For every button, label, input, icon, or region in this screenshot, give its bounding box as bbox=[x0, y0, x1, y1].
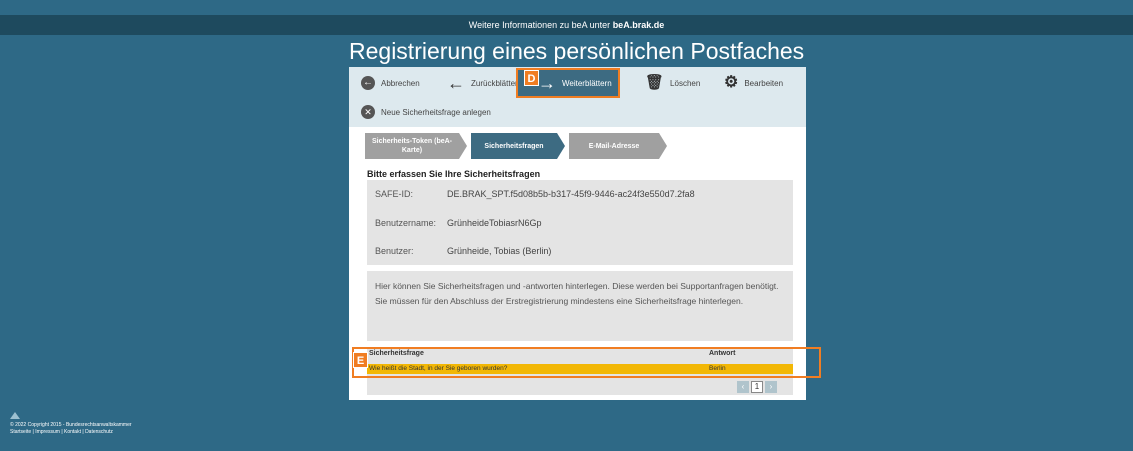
arrow-right-icon: → bbox=[538, 73, 556, 93]
delete-button[interactable]: 🗑 Löschen bbox=[645, 70, 700, 96]
cancel-button[interactable]: ← Abbrechen bbox=[361, 70, 420, 96]
new-question-label: Neue Sicherheitsfrage anlegen bbox=[381, 107, 491, 117]
pagination: ‹ 1 › bbox=[737, 381, 777, 393]
badge-d: D bbox=[524, 70, 539, 86]
new-question-button[interactable]: ✕ Neue Sicherheitsfrage anlegen bbox=[361, 99, 491, 125]
footer: © 2022 Copyright 2015 - Bundesrechtsanwa… bbox=[10, 412, 132, 436]
next-page-button[interactable]: › bbox=[765, 381, 777, 393]
step-email: E-Mail-Adresse bbox=[569, 133, 667, 159]
step-token: Sicherheits-Token (beA-Karte) bbox=[365, 133, 467, 159]
delete-label: Löschen bbox=[670, 78, 701, 88]
forward-label: Weiterblättern bbox=[562, 78, 612, 88]
brak-logo-icon bbox=[10, 412, 20, 419]
username-label: Benutzername: bbox=[375, 218, 437, 228]
toolbar: ← Abbrechen ← Zurückblättern → Weiterblä… bbox=[349, 67, 806, 127]
username-value: GrünheideTobiasrN6Gp bbox=[447, 218, 542, 228]
badge-e: E bbox=[353, 352, 368, 368]
cancel-label: Abbrechen bbox=[381, 78, 420, 88]
description-text: Hier können Sie Sicherheitsfragen und -a… bbox=[367, 271, 793, 341]
user-value: Grünheide, Tobias (Berlin) bbox=[447, 246, 552, 256]
footer-link-contact[interactable]: Kontakt bbox=[64, 429, 81, 435]
trash-icon: 🗑 bbox=[645, 74, 665, 91]
bea-link[interactable]: beA.brak.de bbox=[613, 20, 665, 30]
step-security-questions: Sicherheitsfragen bbox=[471, 133, 565, 159]
safe-id-value: DE.BRAK_SPT.f5d08b5b-b317-45f9-9446-ac24… bbox=[447, 189, 695, 199]
section-title: Bitte erfassen Sie Ihre Sicherheitsfrage… bbox=[367, 169, 541, 179]
current-page[interactable]: 1 bbox=[751, 381, 763, 393]
user-label: Benutzer: bbox=[375, 246, 414, 256]
progress-steps: Sicherheits-Token (beA-Karte) Sicherheit… bbox=[365, 133, 671, 159]
info-banner: Weitere Informationen zu beA unter beA.b… bbox=[0, 15, 1133, 35]
gear-icon: ⚙ bbox=[724, 74, 739, 91]
arrow-left-icon: ← bbox=[447, 73, 465, 93]
safe-id-row: SAFE-ID: DE.BRAK_SPT.f5d08b5b-b317-45f9-… bbox=[375, 189, 695, 199]
user-row: Benutzer: Grünheide, Tobias (Berlin) bbox=[375, 246, 551, 256]
security-questions-table: Sicherheitsfrage Antwort Wie heißt die S… bbox=[352, 347, 821, 395]
safe-id-label: SAFE-ID: bbox=[375, 189, 414, 199]
prev-page-button[interactable]: ‹ bbox=[737, 381, 749, 393]
username-row: Benutzername: GrünheideTobiasrN6Gp bbox=[375, 218, 542, 228]
footer-link-imprint[interactable]: Impressum bbox=[35, 429, 60, 435]
highlight-frame bbox=[352, 347, 821, 378]
registration-panel: ← Abbrechen ← Zurückblättern → Weiterblä… bbox=[349, 67, 821, 400]
lifebuoy-icon: ✕ bbox=[361, 105, 375, 119]
account-info: SAFE-ID: DE.BRAK_SPT.f5d08b5b-b317-45f9-… bbox=[367, 180, 793, 265]
page-title: Registrierung eines persönlichen Postfac… bbox=[349, 38, 805, 64]
footer-links: Startseite | Impressum | Kontakt | Daten… bbox=[10, 429, 113, 435]
arrow-left-circle-icon: ← bbox=[361, 76, 375, 90]
edit-button[interactable]: ⚙ Bearbeiten bbox=[724, 70, 783, 96]
footer-link-privacy[interactable]: Datenschutz bbox=[85, 429, 113, 435]
back-button[interactable]: ← Zurückblättern bbox=[447, 70, 522, 96]
back-label: Zurückblättern bbox=[471, 78, 523, 88]
info-banner-text: Weitere Informationen zu beA unter bbox=[468, 20, 613, 30]
copyright: © 2022 Copyright 2015 - Bundesrechtsanwa… bbox=[10, 422, 132, 428]
edit-label: Bearbeiten bbox=[744, 78, 784, 88]
footer-link-home[interactable]: Startseite bbox=[10, 429, 31, 435]
